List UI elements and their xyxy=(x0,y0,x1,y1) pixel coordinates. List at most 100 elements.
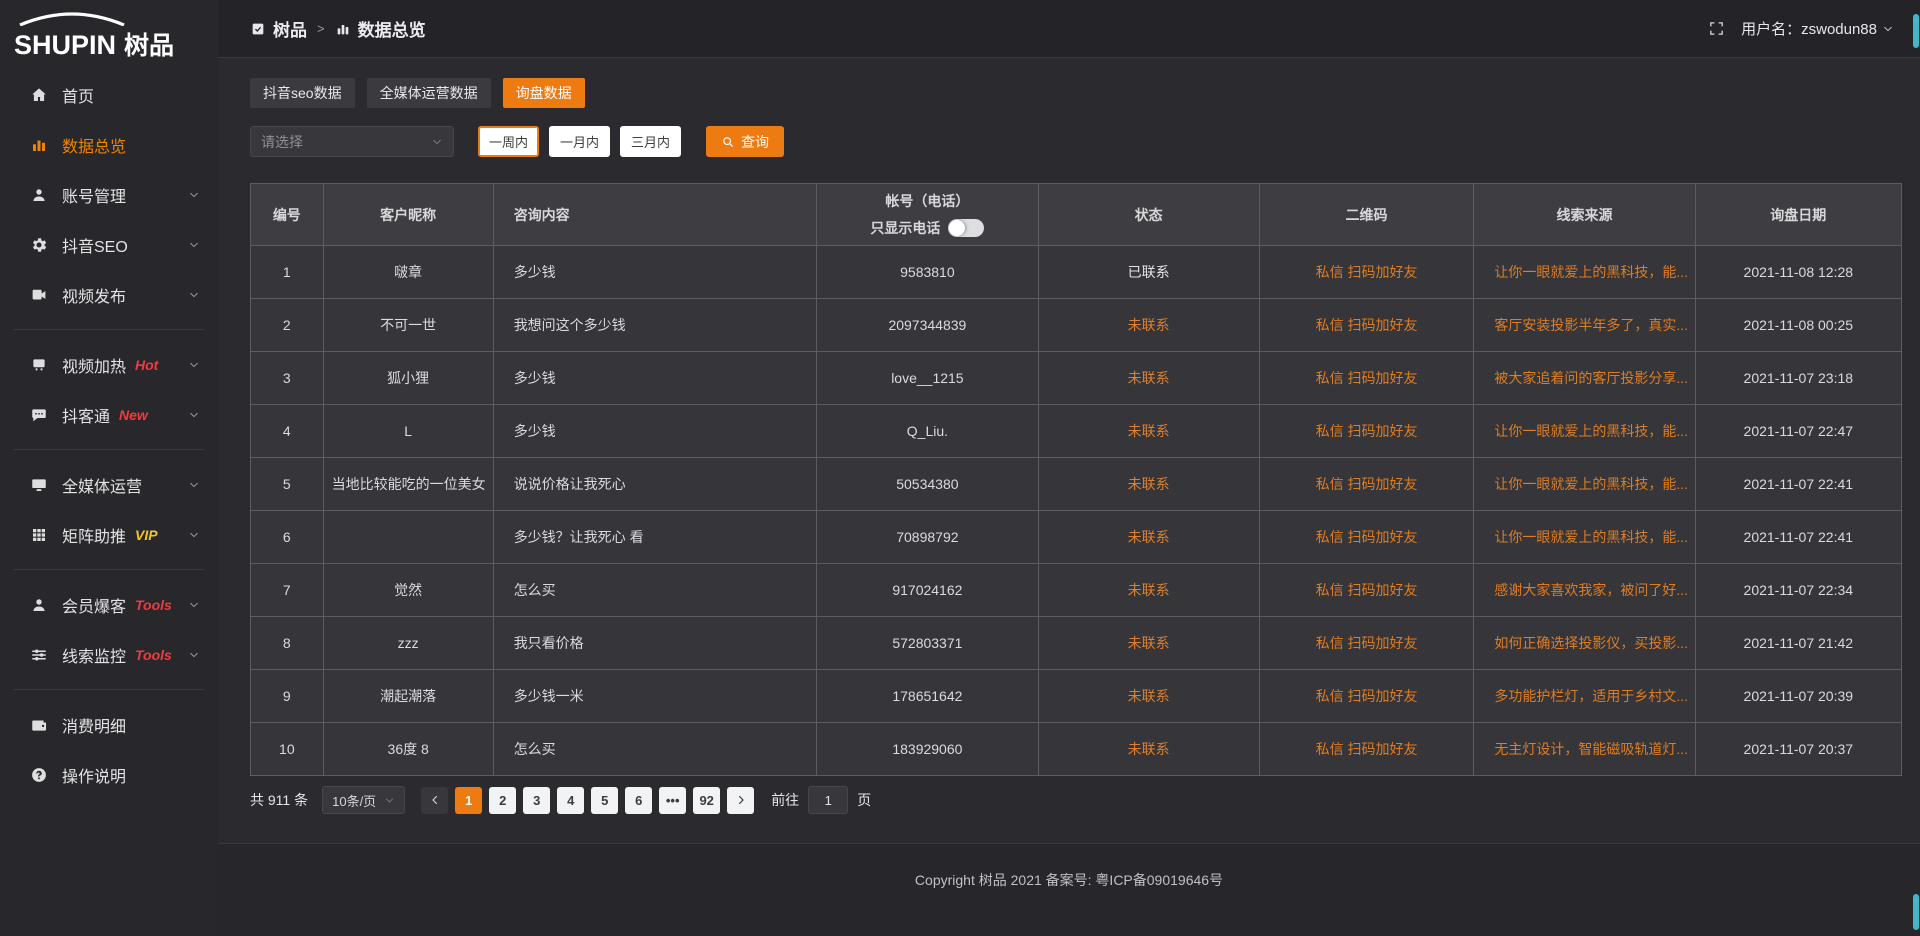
cell-source-link[interactable]: 让你一眼就爱上的黑科技，能... xyxy=(1474,246,1695,299)
table-row: 6 多少钱？让我死心 看 70898792 未联系 私信 扫码加好友 让你一眼就… xyxy=(251,511,1902,564)
cell-account: 70898792 xyxy=(817,511,1038,564)
phone-only-toggle[interactable] xyxy=(948,219,984,237)
sidebar-item[interactable]: 视频发布 xyxy=(0,270,218,320)
breadcrumb-root[interactable]: 树品 xyxy=(273,16,307,41)
cell-qr-links[interactable]: 私信 扫码加好友 xyxy=(1259,670,1474,723)
sidebar-item-badge: New xyxy=(119,407,148,423)
filter-select[interactable]: 请选择 xyxy=(250,126,454,157)
sidebar-item[interactable]: 数据总览 xyxy=(0,120,218,170)
cell-date: 2021-11-07 21:42 xyxy=(1695,617,1901,670)
scrollbar-thumb[interactable] xyxy=(1913,894,1919,930)
sidebar: SHUPIN 树品 首页 数据总览 xyxy=(0,0,218,936)
sidebar-item[interactable]: 线索监控 Tools xyxy=(0,630,218,680)
cell-source-link[interactable]: 被大家追着问的客厅投影分享... xyxy=(1474,352,1695,405)
date-range-button[interactable]: 一月内 xyxy=(549,126,610,157)
tab-button[interactable]: 全媒体运营数据 xyxy=(367,78,491,108)
cell-id: 8 xyxy=(251,617,324,670)
page-number-button[interactable]: 5 xyxy=(591,787,618,814)
page-number-button[interactable]: ••• xyxy=(659,787,686,814)
sliders-icon xyxy=(30,646,48,664)
heater-icon xyxy=(30,356,48,374)
cell-date: 2021-11-07 22:41 xyxy=(1695,511,1901,564)
sidebar-item[interactable]: 抖音SEO xyxy=(0,220,218,270)
sidebar-item[interactable]: 视频加热 Hot xyxy=(0,340,218,390)
table-row: 10 36度 8 怎么买 183929060 未联系 私信 扫码加好友 无主灯设… xyxy=(251,723,1902,776)
cell-source-link[interactable]: 多功能护栏灯，适用于乡村文... xyxy=(1474,670,1695,723)
cell-qr-links[interactable]: 私信 扫码加好友 xyxy=(1259,405,1474,458)
cell-source-link[interactable]: 如何正确选择投影仪，买投影... xyxy=(1474,617,1695,670)
sidebar-item[interactable]: 会员爆客 Tools xyxy=(0,580,218,630)
cell-source-link[interactable]: 让你一眼就爱上的黑科技，能... xyxy=(1474,511,1695,564)
cell-content: 多少钱 xyxy=(493,246,817,299)
sidebar-item[interactable]: 首页 xyxy=(0,70,218,120)
main-column: 树品 > 数据总览 用户名：zswodun88 抖音seo数据 全媒体运营数据 xyxy=(218,0,1920,936)
bar-chart-icon xyxy=(335,21,351,37)
cell-qr-links[interactable]: 私信 扫码加好友 xyxy=(1259,458,1474,511)
cell-qr-links[interactable]: 私信 扫码加好友 xyxy=(1259,352,1474,405)
page-size-select[interactable]: 10条/页 xyxy=(322,786,405,814)
sidebar-item[interactable]: 抖客通 New xyxy=(0,390,218,440)
chevron-down-icon xyxy=(188,529,200,541)
cell-status: 已联系 xyxy=(1038,246,1259,299)
prev-page-button[interactable] xyxy=(421,787,448,814)
cell-qr-links[interactable]: 私信 扫码加好友 xyxy=(1259,723,1474,776)
sidebar-item[interactable]: 账号管理 xyxy=(0,170,218,220)
next-page-button[interactable] xyxy=(727,787,754,814)
cell-qr-links[interactable]: 私信 扫码加好友 xyxy=(1259,299,1474,352)
sidebar-item[interactable]: 消费明细 xyxy=(0,700,218,750)
cell-status: 未联系 xyxy=(1038,511,1259,564)
table-row: 5 当地比较能吃的一位美女 说说价格让我死心 50534380 未联系 私信 扫… xyxy=(251,458,1902,511)
logo-text-zh: 树品 xyxy=(124,26,174,62)
cell-account: Q_Liu. xyxy=(817,405,1038,458)
page-number-button[interactable]: 2 xyxy=(489,787,516,814)
col-header-nickname: 客户昵称 xyxy=(323,184,493,246)
page-number-button[interactable]: 92 xyxy=(693,787,720,814)
logo: SHUPIN 树品 xyxy=(0,0,218,62)
page-number-button[interactable]: 6 xyxy=(625,787,652,814)
scrollbar-thumb[interactable] xyxy=(1913,14,1919,48)
cell-status: 未联系 xyxy=(1038,352,1259,405)
user-dropdown[interactable]: 用户名：zswodun88 xyxy=(1741,18,1894,39)
page-number-button[interactable]: 1 xyxy=(455,787,482,814)
cell-qr-links[interactable]: 私信 扫码加好友 xyxy=(1259,246,1474,299)
col-header-account-title: 帐号（电话） xyxy=(885,191,969,211)
cell-qr-links[interactable]: 私信 扫码加好友 xyxy=(1259,564,1474,617)
fullscreen-icon[interactable] xyxy=(1708,20,1725,37)
filter-select-placeholder: 请选择 xyxy=(261,132,303,152)
cell-nickname: zzz xyxy=(323,617,493,670)
cell-qr-links[interactable]: 私信 扫码加好友 xyxy=(1259,617,1474,670)
cell-source-link[interactable]: 客厅安装投影半年多了，真实... xyxy=(1474,299,1695,352)
search-icon xyxy=(721,135,735,149)
sidebar-item-label: 全媒体运营 xyxy=(62,473,142,497)
cell-source-link[interactable]: 无主灯设计，智能磁吸轨道灯... xyxy=(1474,723,1695,776)
page-number-button[interactable]: 4 xyxy=(557,787,584,814)
date-range-button[interactable]: 三月内 xyxy=(620,126,681,157)
goto-page-input[interactable] xyxy=(808,786,848,814)
cell-source-link[interactable]: 让你一眼就爱上的黑科技，能... xyxy=(1474,405,1695,458)
tab-button[interactable]: 询盘数据 xyxy=(503,78,585,108)
sidebar-item-badge: VIP xyxy=(135,527,158,543)
sidebar-item[interactable]: 全媒体运营 xyxy=(0,460,218,510)
col-header-content: 咨询内容 xyxy=(493,184,817,246)
tab-button[interactable]: 抖音seo数据 xyxy=(250,78,355,108)
cell-content: 怎么买 xyxy=(493,564,817,617)
copyright-text: Copyright 树品 2021 备案号: 粤ICP备09019646号 xyxy=(915,872,1223,888)
col-header-source: 线索来源 xyxy=(1474,184,1695,246)
date-range-button[interactable]: 一周内 xyxy=(478,126,539,157)
scrollbar xyxy=(1912,0,1920,936)
query-button-label: 查询 xyxy=(741,132,769,152)
table-row: 4 L 多少钱 Q_Liu. 未联系 私信 扫码加好友 让你一眼就爱上的黑科技，… xyxy=(251,405,1902,458)
sidebar-item[interactable]: 操作说明 xyxy=(0,750,218,800)
sidebar-item[interactable]: 矩阵助推 VIP xyxy=(0,510,218,560)
cell-source-link[interactable]: 让你一眼就爱上的黑科技，能... xyxy=(1474,458,1695,511)
sidebar-item-badge: Tools xyxy=(135,597,172,613)
cell-account: 9583810 xyxy=(817,246,1038,299)
cell-qr-links[interactable]: 私信 扫码加好友 xyxy=(1259,511,1474,564)
query-button[interactable]: 查询 xyxy=(706,126,784,157)
cell-nickname: L xyxy=(323,405,493,458)
chevron-down-icon xyxy=(188,409,200,421)
cell-id: 4 xyxy=(251,405,324,458)
cell-source-link[interactable]: 感谢大家喜欢我家，被问了好... xyxy=(1474,564,1695,617)
table-row: 1 啵章 多少钱 9583810 已联系 私信 扫码加好友 让你一眼就爱上的黑科… xyxy=(251,246,1902,299)
page-number-button[interactable]: 3 xyxy=(523,787,550,814)
